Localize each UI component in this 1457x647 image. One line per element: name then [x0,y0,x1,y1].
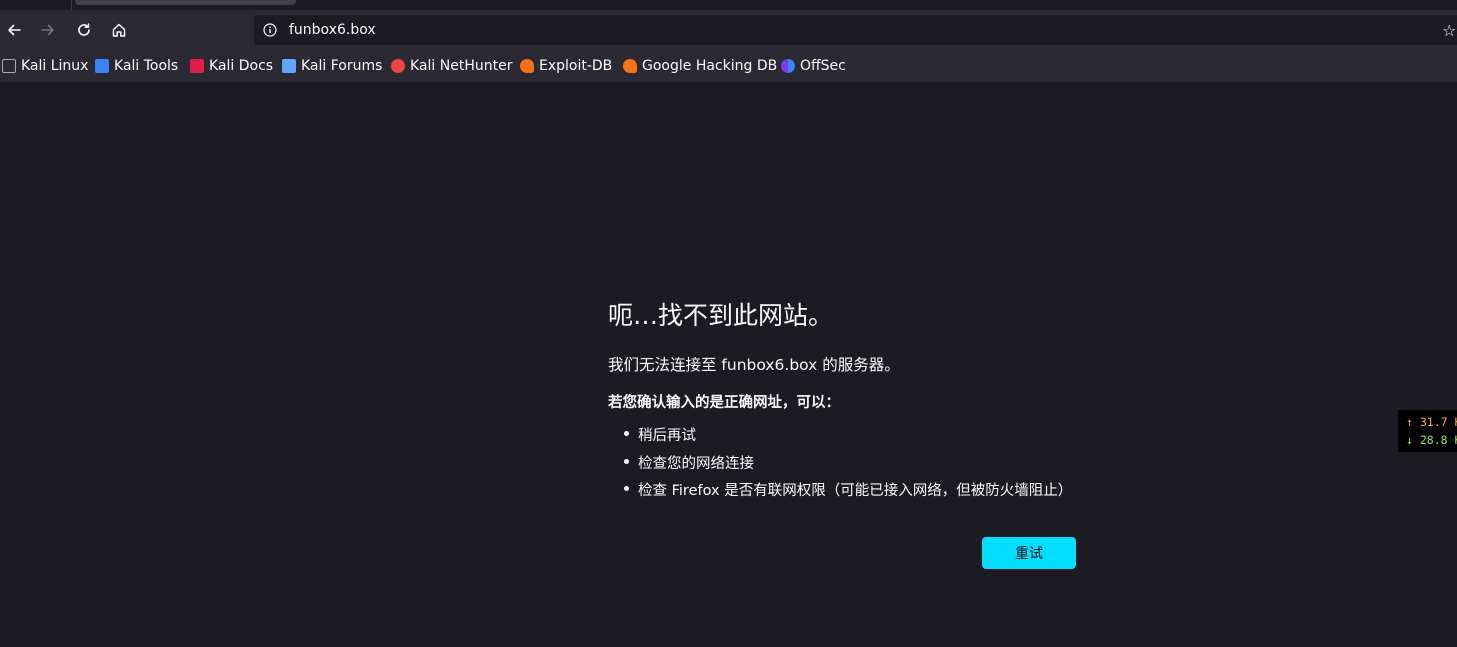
error-description: 我们无法连接至 funbox6.box 的服务器。 [608,356,900,374]
bookmark-label: Kali Forums [301,58,383,74]
info-icon[interactable] [263,23,277,37]
kali-dragon-icon [2,59,16,73]
navigation-toolbar: funbox6.box ☆ [0,10,1457,51]
list-item: 检查您的网络连接 [608,452,1072,480]
active-tab[interactable] [75,0,296,5]
bookmark-google-hacking-db[interactable]: Google Hacking DB [623,57,777,75]
error-page: 呃…找不到此网站。 我们无法连接至 funbox6.box 的服务器。 若您确认… [0,82,1457,647]
list-item: 稍后再试 [608,424,1072,452]
bookmark-kali-docs[interactable]: Kali Docs [190,57,273,75]
error-hint: 若您确认输入的是正确网址，可以： [608,395,840,411]
suggestion-text: 检查 Firefox 是否有联网权限（可能已接入网络，但被防火墙阻止） [638,483,1073,499]
network-monitor-widget: ↑ 31.7 K ↓ 28.8 K [1398,410,1457,452]
forward-button[interactable] [34,16,62,44]
arrow-right-icon [41,24,54,36]
bookmark-label: Kali Docs [209,58,274,74]
tab-separator [71,0,72,10]
bookmark-offsec[interactable]: OffSec [781,57,846,75]
bookmark-label: OffSec [800,58,846,74]
exploit-db-icon [520,59,534,73]
list-item: 检查 Firefox 是否有联网权限（可能已接入网络，但被防火墙阻止） [608,479,1072,507]
suggestion-text: 稍后再试 [638,428,696,444]
nethunter-icon [391,59,405,73]
url-text[interactable]: funbox6.box [289,22,376,38]
suggestion-text: 检查您的网络连接 [638,455,754,472]
reload-button[interactable] [70,16,98,44]
bookmark-label: Exploit-DB [539,58,613,74]
bullet-icon [624,431,629,436]
bookmark-label: Kali Tools [114,58,179,74]
suggestion-list: 稍后再试 检查您的网络连接 检查 Firefox 是否有联网权限（可能已接入网络… [608,424,1072,507]
bookmark-label: Kali Linux [21,58,89,74]
arrow-left-icon [8,24,21,36]
back-button[interactable] [0,16,28,44]
bookmark-kali-forums[interactable]: Kali Forums [282,57,382,75]
kali-docs-icon [190,59,204,73]
bookmark-kali-nethunter[interactable]: Kali NetHunter [391,57,512,75]
bookmark-kali-tools[interactable]: Kali Tools [95,57,178,75]
kali-tools-icon [95,59,109,73]
bookmarks-toolbar: Kali Linux Kali Tools Kali Docs Kali For… [0,51,1457,83]
bookmark-label: Google Hacking DB [642,58,778,74]
ghdb-icon [623,59,637,73]
download-speed: ↓ 28.8 K [1406,433,1457,447]
bookmark-label: Kali NetHunter [410,58,513,74]
url-bar[interactable]: funbox6.box [254,15,1457,45]
bullet-icon [624,458,629,464]
retry-button[interactable]: 重试 [982,537,1076,569]
offsec-icon [781,59,795,73]
bookmark-exploit-db[interactable]: Exploit-DB [520,57,612,75]
home-button[interactable] [105,16,133,44]
bookmark-kali-linux[interactable]: Kali Linux [2,57,88,75]
bullet-icon [624,486,629,491]
star-icon[interactable]: ☆ [1442,21,1456,40]
tab-strip [0,0,1457,10]
error-title: 呃…找不到此网站。 [608,301,834,330]
kali-forums-icon [282,59,296,73]
home-icon [112,23,126,37]
upload-speed: ↑ 31.7 K [1406,415,1457,429]
reload-icon [78,23,90,36]
